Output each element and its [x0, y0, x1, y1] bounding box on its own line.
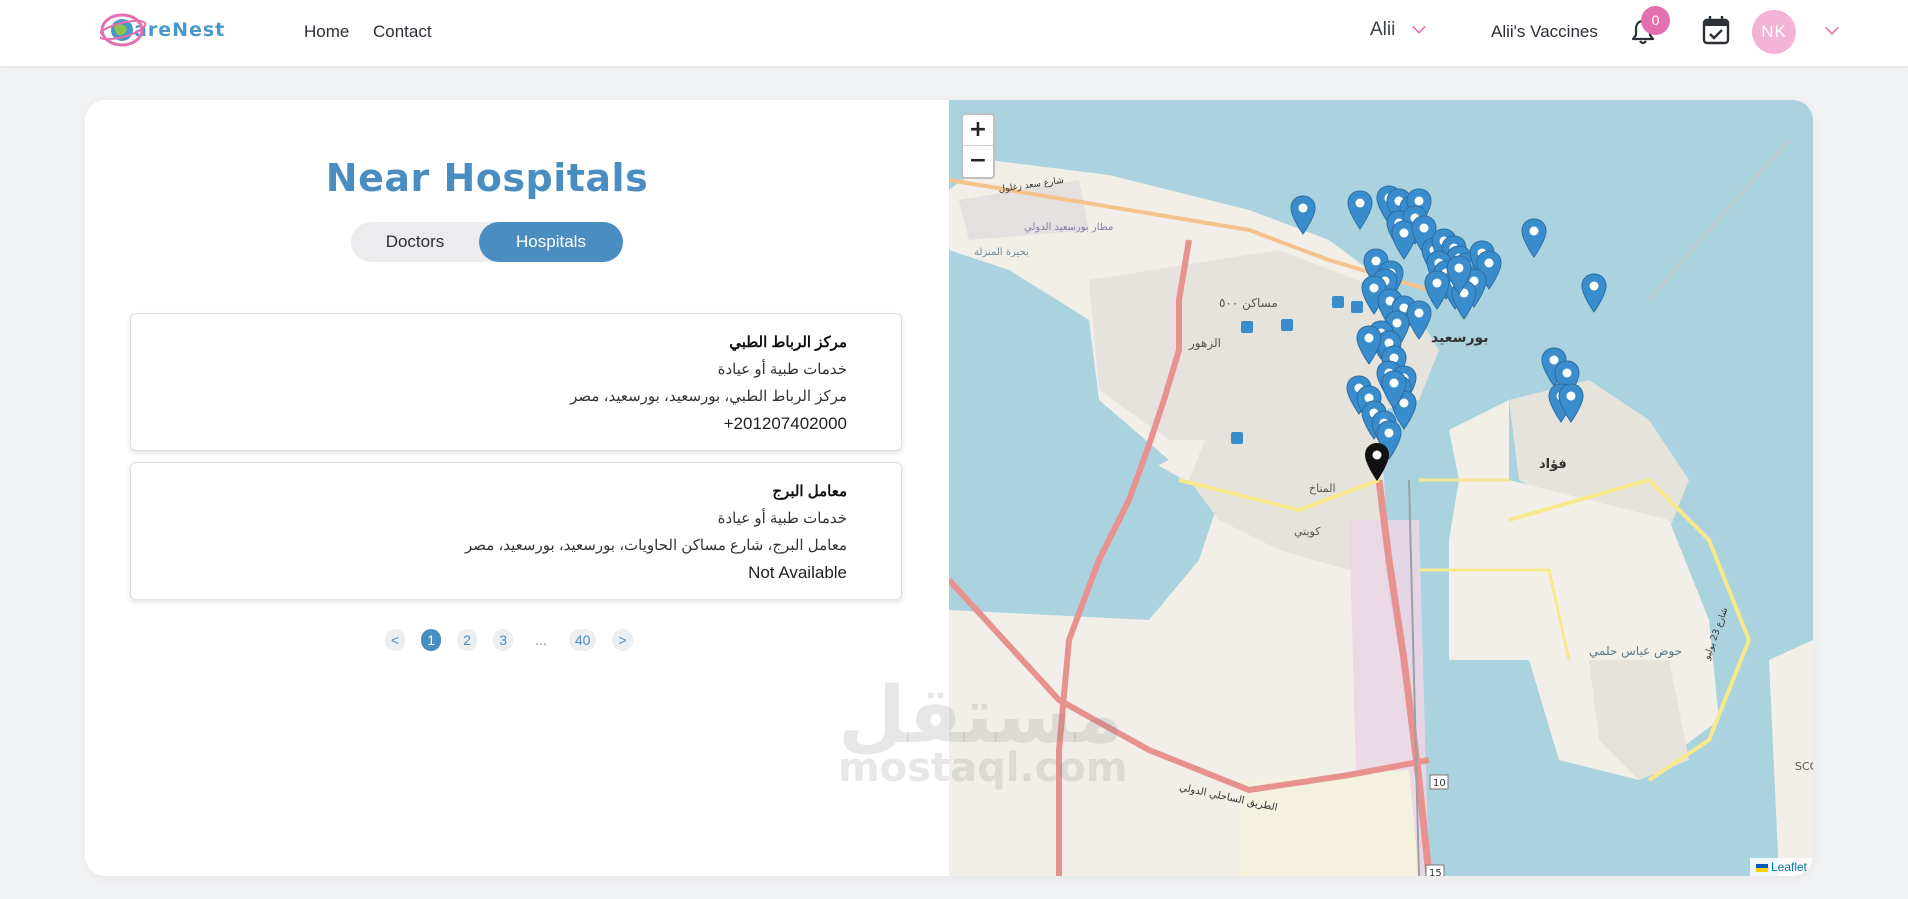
user-menu[interactable]: Alii — [1370, 19, 1427, 41]
map-attribution[interactable]: Leaflet — [1749, 858, 1813, 876]
hospital-card[interactable]: مركز الرباط الطبي خدمات طبية أو عيادة مر… — [130, 313, 902, 451]
pagination-prev[interactable]: < — [385, 629, 406, 651]
calendar-check-icon[interactable] — [1702, 15, 1730, 45]
svg-text:الزهور: الزهور — [1188, 336, 1221, 351]
top-navbar: areNest Home Contact Alii Alii's Vaccine… — [0, 0, 1908, 66]
svg-text:كويتي: كويتي — [1294, 525, 1321, 538]
hospital-address: مركز الرباط الطبي، بورسعيد، بورسعيد، مصر — [570, 388, 847, 405]
pagination-page[interactable]: 40 — [568, 629, 597, 651]
main-card: Near Hospitals Doctors Hospitals مركز ال… — [85, 100, 1813, 876]
hospital-name: معامل البرج — [772, 483, 847, 500]
hospital-name: مركز الرباط الطبي — [729, 334, 847, 351]
svg-text:بحيرة المنزلة: بحيرة المنزلة — [974, 247, 1029, 258]
pagination: < 1 2 3 ... 40 > — [385, 628, 649, 652]
hospital-marker-icon[interactable] — [1581, 273, 1607, 313]
toggle-doctors[interactable]: Doctors — [351, 222, 479, 262]
ukraine-flag-icon — [1755, 863, 1768, 872]
user-name: Alii — [1370, 19, 1396, 40]
hospital-phone: Not Available — [748, 563, 847, 582]
chevron-down-icon — [1412, 20, 1427, 34]
hospital-marker-icon[interactable] — [1356, 325, 1382, 365]
pagination-page[interactable]: 1 — [421, 629, 442, 651]
pagination-ellipsis: ... — [535, 632, 547, 648]
svg-text:SCO: SCO — [1795, 760, 1813, 773]
hospital-marker-icon[interactable] — [1521, 218, 1547, 258]
svg-text:حوض عباس حلمي: حوض عباس حلمي — [1589, 644, 1682, 659]
hospital-marker-icon[interactable] — [1446, 255, 1472, 295]
svg-text:مساكن ٥٠٠: مساكن ٥٠٠ — [1219, 296, 1278, 311]
hospital-category: خدمات طبية أو عيادة — [717, 510, 847, 527]
nav-link-home[interactable]: Home — [304, 22, 349, 42]
logo-globe-icon — [97, 10, 148, 50]
leaflet-link[interactable]: Leaflet — [1771, 860, 1807, 874]
results-panel: Near Hospitals Doctors Hospitals مركز ال… — [85, 100, 949, 876]
hospital-category: خدمات طبية أو عيادة — [717, 361, 847, 378]
nav-link-contact[interactable]: Contact — [373, 22, 432, 42]
vaccines-link[interactable]: Alii's Vaccines — [1491, 22, 1598, 42]
pagination-page[interactable]: 3 — [493, 629, 514, 651]
svg-text:بورسعيد: بورسعيد — [1431, 330, 1489, 346]
hospital-phone: +201207402000 — [723, 414, 847, 433]
pagination-page[interactable]: 2 — [457, 629, 478, 651]
page-title: Near Hospitals — [325, 156, 649, 200]
map[interactable]: بورسعيد فؤاد الزهور مساكن ٥٠٠ مطار بورسع… — [949, 100, 1813, 876]
svg-text:فؤاد: فؤاد — [1539, 457, 1567, 472]
hospital-marker-icon[interactable] — [1347, 190, 1373, 230]
current-location-marker-icon[interactable] — [1364, 442, 1390, 482]
svg-text:مطار بورسعيد الدولي: مطار بورسعيد الدولي — [1024, 222, 1113, 233]
zoom-out-button[interactable]: − — [963, 146, 993, 177]
zoom-in-button[interactable]: + — [963, 115, 993, 146]
svg-text:المناخ: المناخ — [1309, 482, 1336, 495]
notification-badge: 0 — [1641, 6, 1670, 35]
svg-text:10: 10 — [1433, 778, 1446, 789]
hospital-address: معامل البرج، شارع مساكن الحاويات، بورسعي… — [464, 537, 847, 554]
logo[interactable]: areNest — [97, 8, 272, 52]
toggle-hospitals[interactable]: Hospitals — [479, 222, 623, 262]
svg-text:15: 15 — [1429, 868, 1442, 876]
hospital-marker-icon[interactable] — [1290, 195, 1316, 235]
type-toggle: Doctors Hospitals — [351, 222, 623, 262]
avatar-chevron-down-icon[interactable] — [1825, 21, 1839, 35]
zoom-control: + − — [961, 113, 995, 179]
hospital-card[interactable]: معامل البرج خدمات طبية أو عيادة معامل ال… — [130, 462, 902, 600]
hospital-marker-icon[interactable] — [1558, 383, 1584, 423]
avatar[interactable]: NK — [1752, 10, 1796, 54]
pagination-next[interactable]: > — [612, 629, 633, 651]
